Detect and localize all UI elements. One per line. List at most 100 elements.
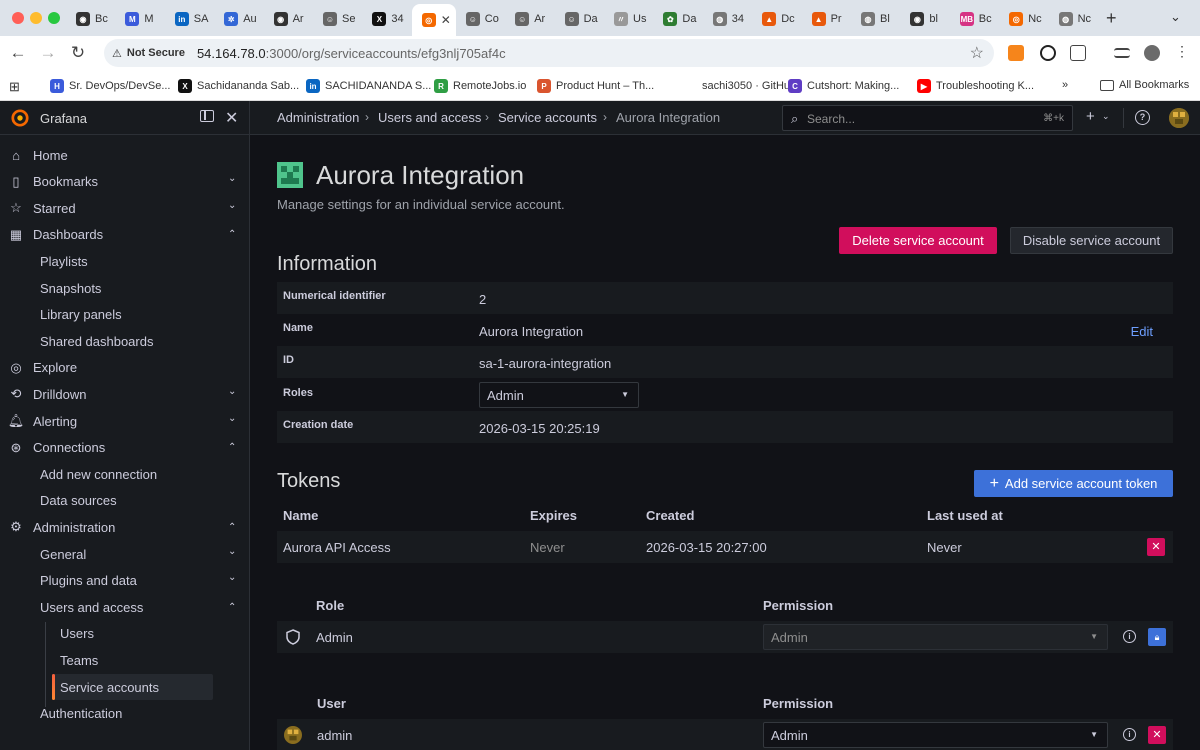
browser-tab[interactable]: ◉ Bc [66,6,115,32]
edit-name-button[interactable]: Edit [1131,324,1153,339]
close-window-button[interactable] [12,12,24,24]
breadcrumb-administration[interactable]: Administration [277,110,359,125]
grafana-logo-icon[interactable] [11,109,29,127]
delete-service-account-button[interactable]: Delete service account [839,227,997,254]
nav-item-alerting[interactable]: 🔔︎ Alerting ⌄ [0,408,250,434]
nav-item-shared-dashboards[interactable]: Shared dashboards [0,328,250,354]
bookmark-item[interactable]: in SACHIDANANDA S... [306,79,431,93]
nav-item-plugins-and-data[interactable]: Plugins and data ⌄ [0,568,250,594]
lock-icon[interactable]: 🔒︎ [1148,628,1166,646]
nav-item-explore[interactable]: ◎ Explore [0,355,250,381]
browser-tab[interactable]: ◍ Bl [851,6,900,32]
browser-tab[interactable]: ◍ Nc [1049,6,1098,32]
nav-item-snapshots[interactable]: Snapshots [0,275,250,301]
forward-button[interactable]: → [38,43,58,63]
not-secure-indicator[interactable]: ⚠ Not Secure [112,47,185,60]
browser-tab[interactable]: ☺ Co [456,6,505,32]
search-input[interactable]: ⌕ Search... ⌘+k [782,105,1073,131]
browser-tab[interactable]: ▲ Dc [752,6,801,32]
bookmark-item[interactable]: R RemoteJobs.io [434,79,526,93]
browser-tab[interactable]: MM [115,6,164,32]
browser-tab[interactable]: ▲ Pr [802,6,851,32]
nav-item-data-sources[interactable]: Data sources [0,488,250,514]
nav-item-users[interactable]: Users [0,621,250,647]
nav-item-administration[interactable]: ⚙ Administration ⌃ [0,514,250,540]
nav-item-connections[interactable]: ⊛ Connections ⌃ [0,435,250,461]
nav-item-add-new-connection[interactable]: Add new connection [0,461,250,487]
info-icon[interactable]: i [1123,630,1136,643]
user-permission-select[interactable]: Admin ▼ [763,722,1108,748]
nav-item-library-panels[interactable]: Library panels [0,302,250,328]
all-bookmarks[interactable]: All Bookmarks [1100,79,1189,91]
browser-tab[interactable]: X 34 [362,6,411,32]
info-icon[interactable]: i [1123,728,1136,741]
browser-tab[interactable]: ◉ Ar [264,6,313,32]
chevron-down-icon[interactable]: ⌄ [1102,111,1110,122]
chevron-down-icon[interactable]: ⌄ [228,386,236,397]
apps-grid-icon[interactable]: ⊞ [9,79,20,95]
nav-item-general[interactable]: General ⌄ [0,541,250,567]
browser-tab[interactable]: MB Bc [950,6,999,32]
bookmark-item[interactable]: X Sachidananda Sab... [178,79,299,93]
metamask-extension-icon[interactable] [1008,45,1024,61]
chevron-up-icon[interactable]: ⌃ [228,229,236,240]
nav-item-starred[interactable]: ☆ Starred ⌄ [0,195,250,221]
chevron-up-icon[interactable]: ⌃ [228,522,236,533]
add-service-account-token-button[interactable]: + Add service account token [974,470,1173,497]
chevron-down-icon[interactable]: ⌄ [228,200,236,211]
help-icon[interactable]: ? [1135,110,1150,125]
close-tab-icon[interactable]: ✕ [441,13,451,27]
chevron-down-icon[interactable]: ⌄ [228,572,236,583]
close-menu-icon[interactable]: ✕ [225,108,238,128]
chevron-up-icon[interactable]: ⌃ [228,442,236,453]
bookmark-item[interactable]: P Product Hunt – Th... [537,79,654,93]
nav-item-authentication[interactable]: Authentication [0,701,250,727]
browser-tab[interactable]: ☺ Se [313,6,362,32]
maximize-window-button[interactable] [48,12,60,24]
browser-tab[interactable]: ◍ 34 [703,6,752,32]
browser-tab[interactable]: ◎ ✕ [411,4,456,36]
bookmark-item[interactable]: H Sr. DevOps/DevSe... [50,79,170,93]
breadcrumb-users-and-access[interactable]: Users and access [378,110,481,125]
dock-menu-icon[interactable] [200,110,214,122]
nav-item-dashboards[interactable]: ▦ Dashboards ⌃ [0,222,250,248]
chevron-up-icon[interactable]: ⌃ [228,602,236,613]
bookmark-item[interactable]: ▶ Troubleshooting K... [917,79,1034,93]
more-bookmarks-icon[interactable]: » [1062,79,1068,91]
browser-tab[interactable]: in SA [165,6,214,32]
extensions-puzzle-icon[interactable] [1070,45,1086,61]
bookmark-star-icon[interactable]: ☆ [970,43,984,63]
user-avatar[interactable] [1169,108,1189,128]
nav-item-playlists[interactable]: Playlists [0,248,250,274]
chevron-down-icon[interactable]: ⌄ [228,413,236,424]
profile-avatar[interactable] [1144,45,1160,61]
browser-tab[interactable]: ◎ Nc [999,6,1048,32]
extension-g-icon[interactable] [1040,45,1056,61]
browser-tab[interactable]: ✿ Da [653,6,702,32]
minimize-window-button[interactable] [30,12,42,24]
browser-tab[interactable]: 〃 Us [604,6,653,32]
nav-item-drilldown[interactable]: ⟲ Drilldown ⌄ [0,381,250,407]
chevron-down-icon[interactable]: ⌄ [228,173,236,184]
new-plus-icon[interactable]: + [1086,108,1095,125]
chevron-down-icon[interactable]: ⌄ [228,546,236,557]
tab-search-chevron-icon[interactable]: ⌄ [1170,9,1181,25]
new-tab-button[interactable]: + [1106,8,1117,29]
nav-item-teams[interactable]: Teams [0,647,250,673]
bookmark-item[interactable]: sachi3050 · GitHub [683,79,796,93]
disable-service-account-button[interactable]: Disable service account [1010,227,1173,254]
browser-tab[interactable]: ✲ Au [214,6,263,32]
bookmark-item[interactable]: C Cutshort: Making... [788,79,899,93]
browser-menu-icon[interactable]: ⋮ [1172,43,1192,60]
role-select[interactable]: Admin ▼ [479,382,639,408]
remove-user-permission-button[interactable]: ✕ [1148,726,1166,744]
media-controls-icon[interactable] [1114,48,1130,58]
back-button[interactable]: ← [8,43,28,63]
browser-tab[interactable]: ☺ Ar [505,6,554,32]
delete-token-button[interactable]: ✕ [1147,538,1165,556]
breadcrumb-service-accounts[interactable]: Service accounts [498,110,597,125]
url-text[interactable]: 54.164.78.0:3000/org/serviceaccounts/efg… [197,46,506,61]
nav-item-home[interactable]: ⌂ Home [0,142,250,168]
nav-item-users-and-access[interactable]: Users and access ⌃ [0,594,250,620]
address-bar[interactable]: ⚠ Not Secure 54.164.78.0:3000/org/servic… [104,39,994,67]
